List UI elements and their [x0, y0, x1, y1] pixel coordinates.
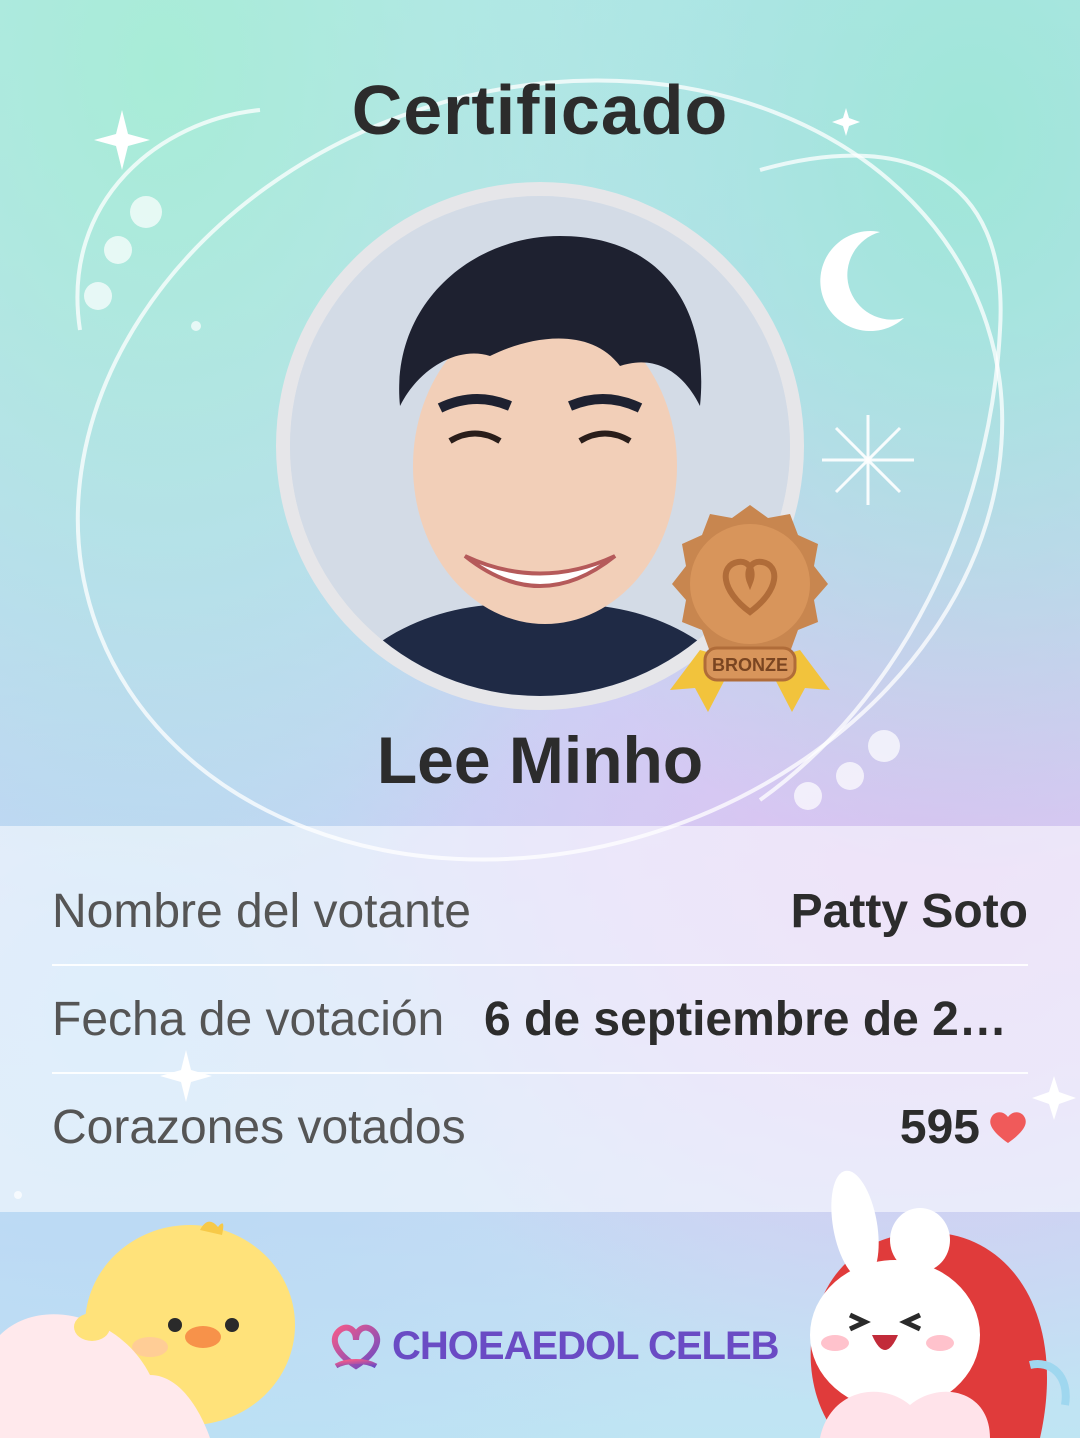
hearts-value-group: 595	[900, 1100, 1028, 1155]
row-label: Fecha de votación	[52, 992, 445, 1046]
certificate-title: Certificado	[351, 71, 729, 149]
chick-character	[0, 1221, 295, 1438]
moon-icon	[820, 231, 904, 332]
row-vote-date: Fecha de votación 6 de septiembre de 202…	[52, 966, 1028, 1072]
bunny-character	[810, 1170, 1070, 1438]
brand-logo: CHOEAEDOL CELEB	[326, 1318, 780, 1374]
brand-name: CHOEAEDOL CELEB	[392, 1323, 780, 1368]
row-value: 6 de septiembre de 2025	[484, 992, 1028, 1046]
row-voter-name: Nombre del votante Patty Soto	[52, 858, 1028, 964]
row-value: Patty Soto	[790, 884, 1028, 938]
medal-tier-label: BRONZE	[712, 655, 788, 675]
row-label: Corazones votados	[52, 1100, 466, 1154]
row-label: Nombre del votante	[52, 884, 471, 938]
heart-icon	[990, 1112, 1026, 1143]
heart-loop-logo-icon	[331, 1324, 381, 1370]
celebrity-name: Lee Minho	[376, 723, 704, 797]
row-value: 595	[899, 1100, 980, 1154]
bronze-medal-badge: BRONZE	[670, 505, 830, 712]
